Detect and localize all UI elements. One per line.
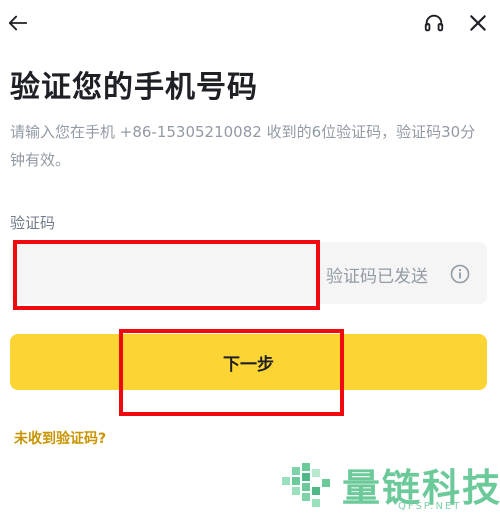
- verification-description: 请输入您在手机 +86-15305210082 收到的6位验证码，验证码30分钟…: [10, 123, 476, 169]
- headset-icon: [424, 14, 444, 32]
- arrow-left-icon: [8, 15, 28, 31]
- back-button[interactable]: [3, 8, 33, 38]
- no-code-received-link[interactable]: 未收到验证码?: [14, 428, 106, 448]
- top-bar: [0, 0, 500, 46]
- verification-code-input[interactable]: [18, 242, 312, 306]
- watermark: 量链科技 QFSP.NET: [280, 455, 500, 517]
- close-icon: [470, 15, 486, 31]
- watermark-logo-icon: [282, 463, 330, 507]
- code-sent-status: 验证码已发送: [326, 267, 428, 287]
- code-field: 验证码已发送: [10, 242, 487, 306]
- watermark-url: QFSP.NET: [398, 501, 462, 512]
- code-field-label: 验证码: [10, 214, 56, 232]
- next-step-button[interactable]: 下一步: [10, 334, 487, 390]
- info-circle-icon[interactable]: [450, 264, 470, 284]
- page-title: 验证您的手机号码: [10, 70, 258, 105]
- customer-support-button[interactable]: [419, 8, 449, 38]
- close-button[interactable]: [463, 8, 493, 38]
